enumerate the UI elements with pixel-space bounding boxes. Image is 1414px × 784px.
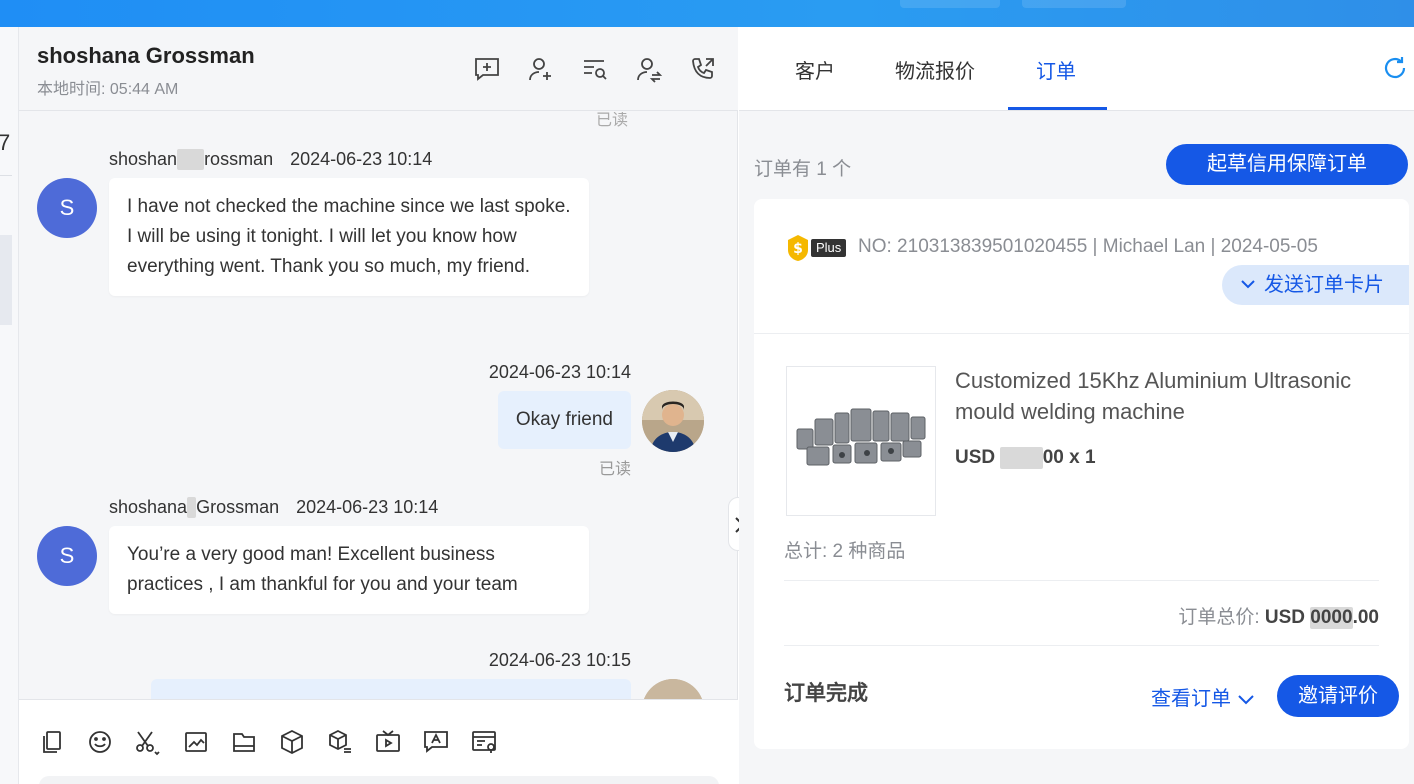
outgoing-message-bubble[interactable]: Okay friend (497, 391, 631, 449)
top-bar-tab[interactable] (1022, 0, 1126, 8)
chevron-down-icon (1241, 280, 1255, 289)
incoming-message-bubble[interactable]: I have not checked the machine since we … (109, 178, 589, 296)
conversation-list-strip: 7 (0, 27, 19, 784)
panel-tabs: 客户 物流报价 订单 (739, 27, 1414, 111)
emoji-icon[interactable] (86, 728, 114, 756)
read-status: 已读 (598, 461, 631, 478)
search-messages-icon[interactable] (581, 55, 609, 83)
outgoing-message-bubble[interactable] (151, 679, 631, 699)
coin-badge-icon: $ (788, 235, 808, 261)
redacted-text: 0000 (1310, 607, 1353, 629)
view-order-link[interactable]: 查看订单 (1151, 682, 1255, 711)
redacted-text: x (187, 497, 197, 518)
person-photo-icon (642, 390, 704, 452)
invite-review-button[interactable]: 邀请评价 (1277, 675, 1399, 717)
sender-name-part: rossman (204, 149, 274, 169)
message-input[interactable] (39, 776, 719, 784)
send-order-card-button[interactable]: 发送订单卡片 (1222, 265, 1409, 305)
call-icon[interactable] (689, 55, 717, 83)
local-time: 本地时间: 05:44 AM (37, 81, 179, 98)
order-total: 订单总价: USD 0000.00 (1178, 602, 1379, 629)
contact-name: shoshana Grossman (37, 43, 255, 68)
refresh-icon[interactable] (1382, 55, 1408, 81)
order-card-header: $ Plus NO: 210313839501020455 | Michael … (754, 199, 1409, 334)
read-status: 已读 (596, 112, 629, 129)
order-card: $ Plus NO: 210313839501020455 | Michael … (754, 199, 1409, 749)
file-icon[interactable] (230, 728, 258, 756)
chat-panel: shoshana Grossman 本地时间: 05:44 AM 已读 shos… (19, 27, 748, 784)
order-panel: 客户 物流报价 订单 订单有 1 个 起草信用保障订单 $ Plus NO: 2… (739, 27, 1414, 784)
price-currency: USD (955, 447, 996, 468)
image-icon[interactable] (182, 728, 210, 756)
contact-avatar[interactable]: S (37, 178, 97, 238)
order-count: 订单有 1 个 (754, 159, 852, 180)
tab-orders[interactable]: 订单 (1036, 55, 1076, 84)
translate-icon[interactable] (422, 728, 450, 756)
app-top-bar (0, 0, 1414, 27)
selected-conversation[interactable] (0, 235, 12, 325)
compose-toolbar (19, 699, 738, 784)
message-timestamp: 2024-06-23 10:15 (488, 650, 631, 670)
svg-text:$: $ (793, 241, 803, 257)
incoming-message-bubble[interactable]: You’re a very good man! Excellent busine… (109, 526, 589, 614)
chevron-down-icon (1237, 695, 1254, 705)
sender-name-part: shoshana (109, 497, 188, 517)
order-address-icon[interactable] (470, 728, 498, 756)
product-title[interactable]: Customized 15Khz Aluminium Ultrasonic mo… (955, 365, 1375, 427)
my-avatar[interactable] (642, 679, 704, 699)
price-amount: 00 x 1 (1042, 447, 1096, 468)
message-sender-line: shoshanxxxrossman 2024-06-23 10:14 (109, 149, 432, 170)
my-avatar[interactable] (642, 390, 704, 452)
products-list-icon[interactable] (326, 728, 354, 756)
partial-text: 7 (0, 130, 11, 155)
product-image[interactable] (786, 366, 936, 516)
divider (784, 645, 1379, 646)
divider (784, 580, 1379, 581)
transfer-contact-icon[interactable] (635, 55, 663, 83)
redacted-text: 0000 (1000, 447, 1043, 469)
total-currency: USD (1264, 607, 1306, 628)
total-amount: .00 (1352, 607, 1379, 628)
tab-logistics-quote[interactable]: 物流报价 (895, 55, 975, 84)
sender-name-part: shoshan (109, 149, 178, 169)
view-order-label: 查看订单 (1151, 688, 1231, 710)
product-price: USD 000000 x 1 (955, 447, 1096, 469)
redacted-text: xxx (177, 149, 205, 170)
active-tab-indicator (1008, 107, 1107, 110)
contact-avatar[interactable]: S (37, 526, 97, 586)
add-contact-icon[interactable] (527, 55, 555, 83)
screenshot-icon[interactable] (133, 728, 161, 756)
total-items: 总计: 2 种商品 (784, 541, 906, 562)
message-timestamp: 2024-06-23 10:14 (488, 362, 631, 382)
message-timestamp: 2024-06-23 10:14 (296, 497, 439, 517)
top-bar-tab[interactable] (900, 0, 1000, 8)
message-timestamp: 2024-06-23 10:14 (290, 149, 433, 169)
product-icon[interactable] (278, 728, 306, 756)
order-total-label: 订单总价: (1178, 607, 1260, 628)
order-status: 订单完成 (784, 682, 868, 705)
welding-moulds-image (787, 367, 935, 515)
send-order-card-label: 发送订单卡片 (1264, 274, 1384, 296)
tab-customer[interactable]: 客户 (795, 55, 835, 84)
chat-header: shoshana Grossman 本地时间: 05:44 AM (19, 27, 738, 111)
add-chat-icon[interactable] (473, 55, 501, 83)
divider (0, 175, 12, 176)
copy-icon[interactable] (39, 728, 67, 756)
video-icon[interactable] (374, 728, 402, 756)
person-photo-icon (642, 679, 704, 699)
draft-trade-assurance-order-button[interactable]: 起草信用保障订单 (1166, 144, 1408, 185)
message-list[interactable]: 已读 shoshanxxxrossman 2024-06-23 10:14 S … (19, 112, 738, 699)
plus-badge: Plus (811, 239, 847, 257)
message-sender-line: shoshanaxGrossman 2024-06-23 10:14 (109, 497, 438, 518)
order-meta: NO: 210313839501020455 | Michael Lan | 2… (858, 236, 1318, 257)
sender-name-part: Grossman (196, 497, 280, 517)
